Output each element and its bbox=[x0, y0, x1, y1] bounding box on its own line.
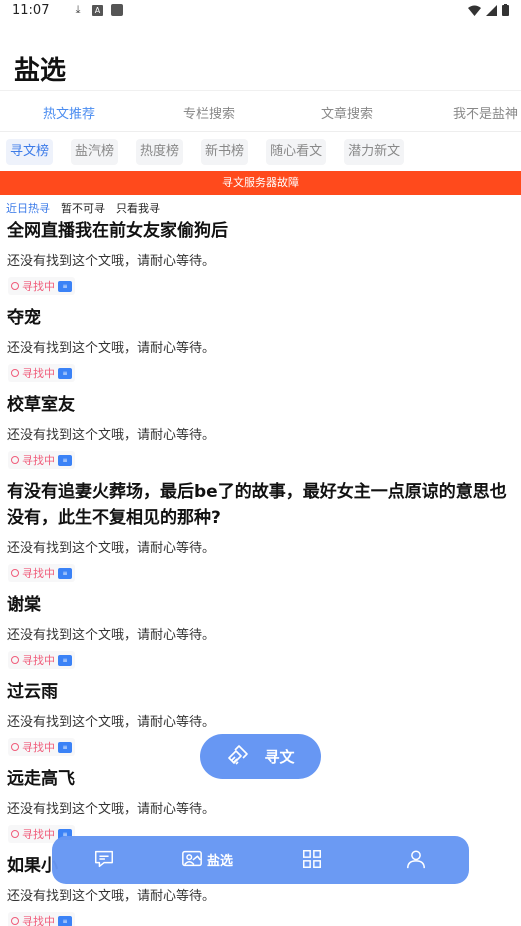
search-status-icon bbox=[11, 569, 19, 577]
item-title: 谢棠 bbox=[7, 595, 41, 615]
status-bar: 11:07 ⤓ A bbox=[0, 0, 521, 22]
nav-yanxuan[interactable]: 盐选 bbox=[181, 848, 233, 870]
notification-square-icon bbox=[111, 4, 123, 16]
item-title: 有没有追妻火葬场，最后be了的故事，最好女主一点原谅的意思也没有，此生不复相见的… bbox=[7, 482, 507, 528]
grid-icon bbox=[303, 850, 321, 868]
search-status-icon bbox=[11, 369, 19, 377]
badge-icon: ≡ bbox=[58, 915, 72, 926]
item-desc: 还没有找到这个文哦，请耐心等待。 bbox=[7, 628, 216, 643]
item-title: 全网直播我在前女友家偷狗后 bbox=[7, 221, 228, 241]
item-desc: 还没有找到这个文哦，请耐心等待。 bbox=[7, 889, 216, 904]
item-title: 过云雨 bbox=[7, 682, 58, 702]
page-title: 盐选 bbox=[14, 56, 67, 86]
status-icons-left: ⤓ A bbox=[72, 4, 123, 16]
user-icon bbox=[407, 850, 425, 869]
status-badge: 寻找中 ≡ bbox=[8, 364, 75, 382]
badge-icon: ≡ bbox=[58, 367, 72, 379]
item-desc: 还没有找到这个文哦，请耐心等待。 bbox=[7, 428, 216, 443]
tag-text: 寻找中 bbox=[22, 915, 55, 926]
item-title: 校草室友 bbox=[7, 395, 75, 415]
fab-label: 寻文 bbox=[264, 748, 295, 766]
tab-not-yanshen[interactable]: 我不是盐神 bbox=[453, 103, 518, 122]
bottom-nav: 盐选 bbox=[52, 836, 469, 884]
search-status-icon bbox=[11, 656, 19, 664]
nav-profile[interactable] bbox=[405, 848, 427, 870]
filter-recent-hot[interactable]: 近日热寻 bbox=[6, 200, 50, 216]
list-filters: 近日热寻 暂不可寻 只看我寻 bbox=[6, 200, 160, 216]
tab-column-search[interactable]: 专栏搜索 bbox=[183, 103, 235, 122]
status-badge: 寻找中 ≡ bbox=[8, 738, 75, 756]
signal-icon bbox=[486, 4, 497, 16]
status-badge: 寻找中 ≡ bbox=[8, 651, 75, 669]
badge-icon: ≡ bbox=[58, 567, 72, 579]
chip-yanqi-rank[interactable]: 盐汽榜 bbox=[71, 139, 119, 165]
item-desc: 还没有找到这个文哦，请耐心等待。 bbox=[7, 254, 216, 269]
handshake-icon bbox=[228, 744, 249, 765]
tag-text: 寻找中 bbox=[22, 367, 55, 380]
chip-new-book-rank[interactable]: 新书榜 bbox=[201, 139, 249, 165]
tag-text: 寻找中 bbox=[22, 828, 55, 841]
badge-icon: ≡ bbox=[58, 741, 72, 753]
status-badge: 寻找中 ≡ bbox=[8, 912, 75, 926]
search-status-icon bbox=[11, 456, 19, 464]
notification-a-icon: A bbox=[92, 4, 103, 16]
tag-text: 寻找中 bbox=[22, 454, 55, 467]
server-fault-banner: 寻文服务器故障 bbox=[0, 171, 521, 195]
nav-chat[interactable] bbox=[93, 848, 115, 870]
chat-icon bbox=[95, 850, 113, 868]
search-status-icon bbox=[11, 830, 19, 838]
badge-icon: ≡ bbox=[58, 454, 72, 466]
status-badge: 寻找中 ≡ bbox=[8, 277, 75, 295]
tag-text: 寻找中 bbox=[22, 280, 55, 293]
filter-unavailable[interactable]: 暂不可寻 bbox=[61, 200, 105, 216]
filter-mine[interactable]: 只看我寻 bbox=[116, 200, 160, 216]
nav-yanxuan-label: 盐选 bbox=[207, 853, 234, 869]
tag-text: 寻找中 bbox=[22, 567, 55, 580]
tab-hot-articles[interactable]: 热文推荐 bbox=[43, 103, 95, 122]
badge-icon: ≡ bbox=[58, 654, 72, 666]
tab-article-search[interactable]: 文章搜索 bbox=[321, 103, 373, 122]
chip-random-read[interactable]: 随心看文 bbox=[266, 139, 327, 165]
status-badge: 寻找中 ≡ bbox=[8, 564, 75, 582]
search-status-icon bbox=[11, 743, 19, 751]
nav-grid[interactable] bbox=[301, 848, 323, 870]
tag-text: 寻找中 bbox=[22, 741, 55, 754]
find-article-button[interactable]: 寻文 bbox=[200, 734, 321, 779]
wifi-icon bbox=[468, 5, 481, 16]
yanxuan-icon bbox=[182, 850, 202, 867]
item-desc: 还没有找到这个文哦，请耐心等待。 bbox=[7, 341, 216, 356]
chip-xunwen-rank[interactable]: 寻文榜 bbox=[6, 139, 54, 165]
badge-icon: ≡ bbox=[58, 280, 72, 292]
item-desc: 还没有找到这个文哦，请耐心等待。 bbox=[7, 541, 216, 556]
chip-potential-new[interactable]: 潜力新文 bbox=[344, 139, 405, 165]
category-chips: 寻文榜 盐汽榜 热度榜 新书榜 随心看文 潜力新文 bbox=[6, 139, 422, 165]
item-title: 夺宠 bbox=[7, 308, 41, 328]
download-icon: ⤓ bbox=[75, 3, 81, 16]
search-status-icon bbox=[11, 282, 19, 290]
battery-icon bbox=[502, 4, 509, 16]
item-desc: 还没有找到这个文哦，请耐心等待。 bbox=[7, 802, 216, 817]
tag-text: 寻找中 bbox=[22, 654, 55, 667]
top-tabs: 热文推荐 专栏搜索 文章搜索 我不是盐神 bbox=[0, 90, 521, 132]
chip-heat-rank[interactable]: 热度榜 bbox=[136, 139, 184, 165]
status-time: 11:07 bbox=[12, 3, 50, 18]
status-icons-right bbox=[468, 4, 509, 16]
search-status-icon bbox=[11, 917, 19, 925]
item-desc: 还没有找到这个文哦，请耐心等待。 bbox=[7, 715, 216, 730]
status-badge: 寻找中 ≡ bbox=[8, 451, 75, 469]
